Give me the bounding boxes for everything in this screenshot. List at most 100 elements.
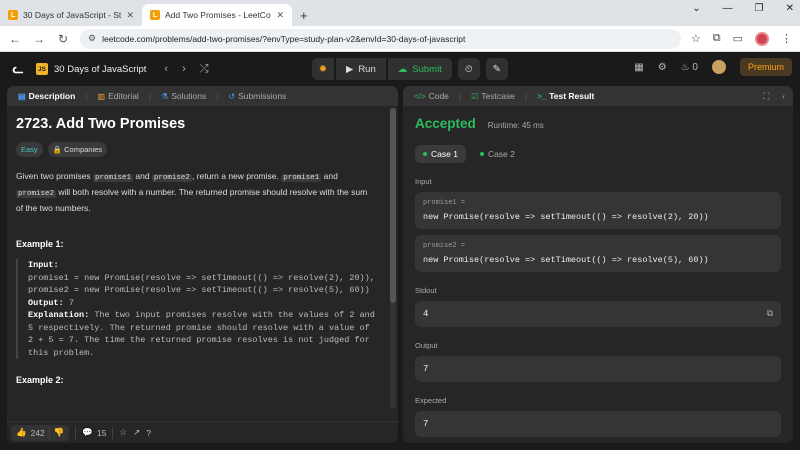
stdout-box: 4 ⧉ bbox=[415, 301, 781, 327]
promise1-box: promise1 = new Promise(resolve => setTim… bbox=[415, 192, 781, 229]
browser-tab-study-plan[interactable]: L 30 Days of JavaScript - Study Pl ✕ bbox=[0, 4, 142, 26]
profile-avatar[interactable] bbox=[755, 31, 769, 46]
reload-icon[interactable]: ↻ bbox=[56, 32, 70, 46]
close-icon[interactable]: ✕ bbox=[276, 10, 284, 21]
example-1-title: Example 1: bbox=[16, 239, 64, 249]
streak-fire-icon[interactable]: ♨ 0 bbox=[681, 62, 698, 73]
tab-editorial[interactable]: ▥ Editorial bbox=[95, 91, 142, 101]
scrollbar-thumb[interactable] bbox=[390, 108, 396, 303]
companies-tag[interactable]: 🔒 Companies bbox=[47, 142, 108, 157]
thumbs-down-icon[interactable]: 👎 bbox=[54, 427, 65, 438]
explanation-label: Explanation: bbox=[28, 310, 90, 320]
study-plan-title[interactable]: 30 Days of JavaScript bbox=[54, 64, 146, 75]
leetcode-logo-icon[interactable]: ᓚ bbox=[10, 61, 26, 77]
output-box: 7 bbox=[415, 356, 781, 382]
window-controls: ⌄ — ❐ ✕ bbox=[692, 3, 794, 14]
sidebar-icon[interactable]: ▭ bbox=[733, 32, 743, 45]
debug-bug-icon[interactable]: ✹ bbox=[312, 58, 334, 80]
inline-code: promise1 bbox=[281, 174, 322, 182]
divider bbox=[75, 426, 77, 439]
case-1-tab[interactable]: Case 1 bbox=[415, 145, 466, 163]
comment-count: 15 bbox=[96, 427, 107, 438]
minimize-icon[interactable]: — bbox=[723, 3, 733, 14]
tab-divider: | bbox=[148, 91, 152, 101]
like-count: 242 bbox=[30, 427, 45, 438]
extensions-icon[interactable]: ⧉ bbox=[713, 32, 721, 45]
expected-label: Expected bbox=[415, 396, 447, 405]
bookmark-star-icon[interactable]: ☆ bbox=[691, 32, 701, 45]
promise2-box: promise2 = new Promise(resolve => setTim… bbox=[415, 235, 781, 272]
comments-button[interactable]: 💬 15 bbox=[82, 427, 106, 438]
desc-text: and bbox=[133, 171, 152, 181]
tab-test-result[interactable]: >_ Test Result bbox=[534, 91, 597, 101]
premium-button[interactable]: Premium bbox=[739, 58, 792, 76]
copy-icon[interactable]: ⧉ bbox=[767, 309, 773, 319]
tab-divider: | bbox=[216, 91, 219, 101]
streak-count: 0 bbox=[692, 61, 698, 73]
restore-icon[interactable]: ❐ bbox=[755, 3, 764, 14]
pass-dot-icon bbox=[479, 152, 484, 156]
inline-code: promise2 bbox=[151, 174, 192, 182]
layout-grid-icon[interactable]: ▦ bbox=[634, 62, 643, 73]
shuffle-icon[interactable]: ⤮ bbox=[200, 63, 209, 76]
menu-kebab-icon[interactable]: ⋮ bbox=[781, 32, 792, 45]
chevron-right-icon[interactable]: › bbox=[182, 63, 186, 75]
topbar-right: ▦ ⚙ ♨ 0 Premium bbox=[634, 58, 792, 76]
run-button[interactable]: ▶ Run bbox=[336, 58, 386, 80]
chevron-left-icon[interactable]: ‹ bbox=[164, 63, 168, 75]
tab-label: Test Result bbox=[549, 91, 595, 101]
example-output: 7 bbox=[68, 297, 74, 308]
description-footer: 👍 242 👎 💬 15 ☆ ↗ ? bbox=[7, 421, 398, 443]
inline-code: promise2 bbox=[16, 190, 57, 198]
scrollbar[interactable] bbox=[390, 108, 396, 408]
browser-actions: ☆ ⧉ ▭ ⋮ bbox=[691, 31, 792, 46]
tab-solutions[interactable]: ⚗ Solutions bbox=[158, 91, 209, 101]
promise1-name: promise1 = bbox=[423, 199, 466, 207]
help-icon[interactable]: ? bbox=[146, 428, 151, 438]
settings-gear-icon[interactable]: ⚙ bbox=[658, 62, 667, 73]
tab-label: Description bbox=[28, 91, 76, 101]
tab-submissions[interactable]: ↺ Submissions bbox=[225, 91, 289, 101]
address-bar-row: ← → ↻ ⚙ leetcode.com/problems/add-two-pr… bbox=[0, 26, 800, 52]
play-icon: ▶ bbox=[346, 63, 354, 75]
submit-label: Submit bbox=[412, 63, 442, 75]
user-avatar[interactable] bbox=[711, 60, 726, 74]
close-window-icon[interactable]: ✕ bbox=[786, 3, 794, 14]
like-button[interactable]: 👍 242 👎 bbox=[11, 424, 70, 441]
back-arrow-icon[interactable]: ← bbox=[8, 32, 22, 46]
close-icon[interactable]: ✕ bbox=[126, 10, 134, 21]
case-2-tab[interactable]: Case 2 bbox=[472, 145, 523, 163]
leetcode-favicon-icon: L bbox=[8, 10, 18, 20]
tab-code[interactable]: </> Code bbox=[411, 91, 452, 101]
inline-code: promise1 bbox=[93, 174, 134, 182]
forward-arrow-icon[interactable]: → bbox=[32, 32, 46, 46]
site-info-icon[interactable]: ⚙ bbox=[88, 33, 96, 44]
notes-icon[interactable]: ✎ bbox=[485, 58, 508, 80]
submit-button[interactable]: ☁ Submit bbox=[387, 58, 452, 80]
desc-text: , return a new promise. bbox=[191, 171, 282, 181]
expected-value: 7 bbox=[423, 419, 429, 429]
run-submit-group: ✹ ▶ Run ☁ Submit ⏲ ✎ bbox=[312, 58, 508, 80]
left-panel-tabs: ▤ Description | ▥ Editorial | ⚗ Solution… bbox=[7, 86, 398, 106]
problem-title[interactable]: 2723. Add Two Promises bbox=[16, 116, 389, 132]
star-icon[interactable]: ☆ bbox=[119, 427, 127, 438]
stdout-label: Stdout bbox=[415, 286, 437, 295]
browser-tab-add-two-promises[interactable]: L Add Two Promises - LeetCode ✕ bbox=[142, 4, 292, 26]
tab-divider: | bbox=[458, 91, 462, 101]
dropdown-icon[interactable]: ⌄ bbox=[692, 3, 700, 14]
tab-testcase[interactable]: ☑ Testcase bbox=[468, 91, 518, 101]
share-icon[interactable]: ↗ bbox=[133, 427, 140, 438]
code-icon: </> bbox=[414, 91, 426, 101]
timer-icon[interactable]: ⏲ bbox=[457, 58, 480, 80]
url-field[interactable]: ⚙ leetcode.com/problems/add-two-promises… bbox=[80, 28, 681, 49]
input-section-label: Input bbox=[415, 177, 432, 186]
desc-text: and bbox=[321, 171, 338, 181]
new-tab-button[interactable]: + bbox=[292, 4, 316, 26]
tab-divider: | bbox=[85, 91, 88, 101]
tab-description[interactable]: ▤ Description bbox=[15, 91, 78, 101]
tab-label: Solutions bbox=[171, 91, 207, 101]
expected-box: 7 bbox=[415, 411, 781, 437]
collapse-icon[interactable]: ‹ bbox=[782, 91, 785, 101]
maximize-icon[interactable]: ⛶ bbox=[763, 91, 769, 102]
output-label: Output: bbox=[28, 297, 64, 308]
